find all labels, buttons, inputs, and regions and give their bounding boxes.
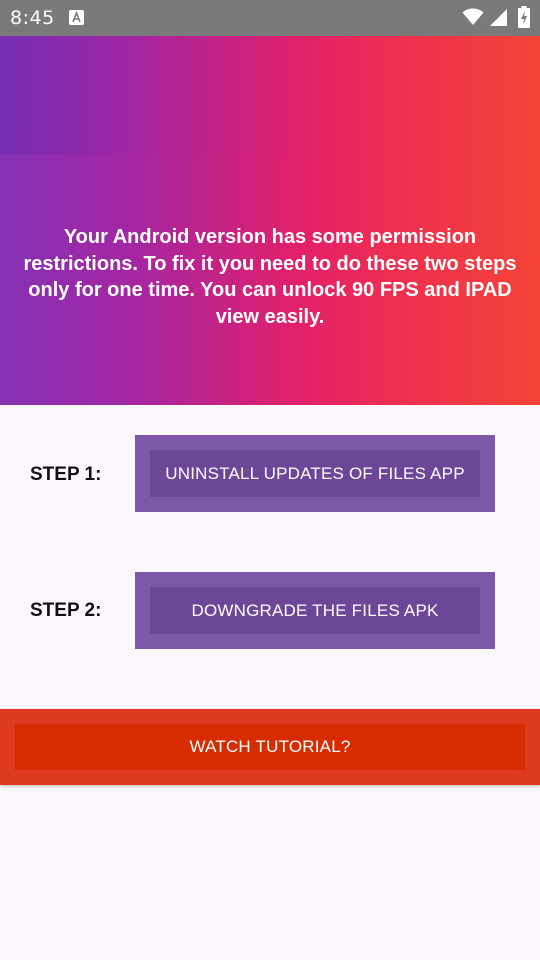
battery-charging-icon — [518, 6, 530, 28]
permission-message: Your Android version has some permission… — [23, 226, 517, 328]
watch-tutorial-button[interactable]: WATCH TUTORIAL? — [0, 709, 540, 785]
watch-tutorial-label: WATCH TUTORIAL? — [15, 724, 525, 770]
banner-stripe — [0, 36, 540, 154]
status-time: 8:45 — [10, 7, 55, 29]
uninstall-updates-button-label: UNINSTALL UPDATES OF FILES APP — [150, 450, 480, 497]
step-2-label: STEP 2: — [30, 600, 102, 621]
downgrade-apk-button-label: DOWNGRADE THE FILES APK — [150, 587, 480, 634]
uninstall-updates-button[interactable]: UNINSTALL UPDATES OF FILES APP — [135, 435, 495, 512]
step-1-label: STEP 1: — [30, 464, 102, 485]
notification-a-icon — [69, 10, 84, 25]
wifi-icon — [462, 8, 484, 26]
permission-banner: Your Android version has some permission… — [0, 36, 540, 405]
downgrade-apk-button[interactable]: DOWNGRADE THE FILES APK — [135, 572, 495, 649]
status-bar: 8:45 — [0, 0, 540, 36]
signal-icon — [489, 8, 508, 27]
